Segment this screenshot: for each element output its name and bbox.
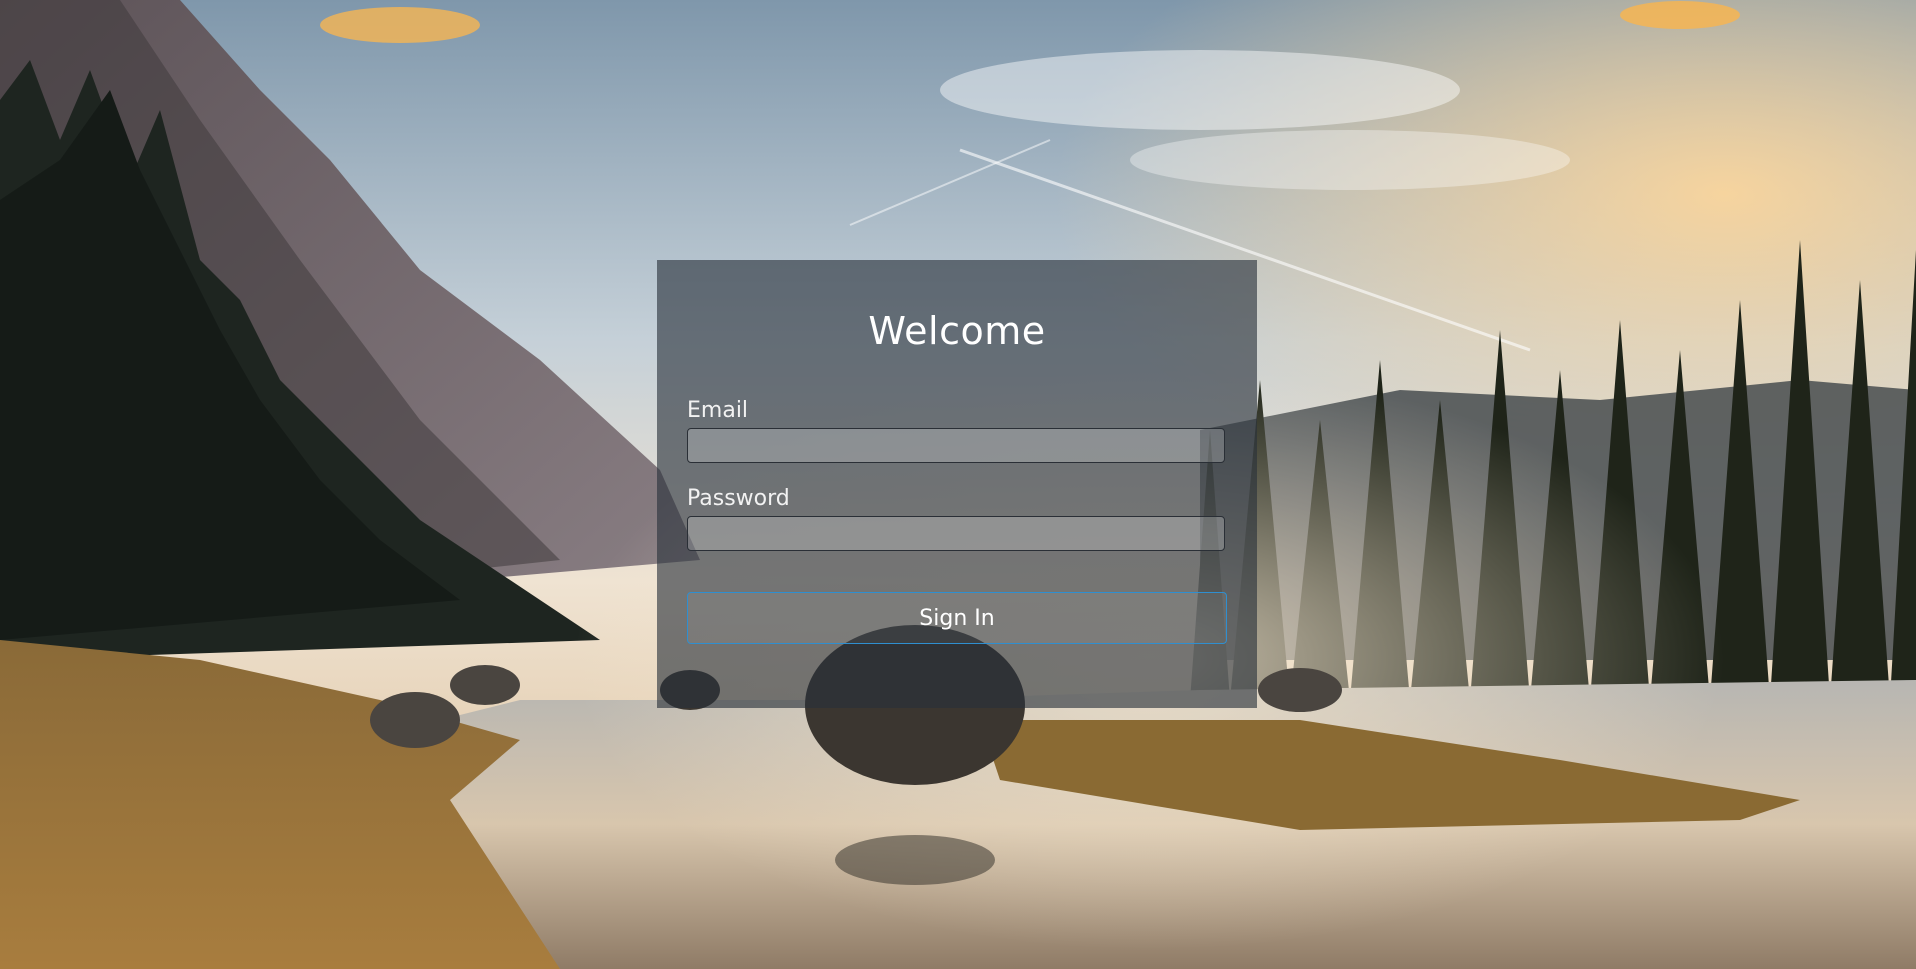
welcome-title: Welcome	[868, 309, 1046, 353]
email-input[interactable]	[687, 428, 1225, 463]
login-page: Welcome Email Password Sign In	[0, 0, 1916, 969]
sign-in-button[interactable]: Sign In	[687, 592, 1227, 644]
password-field-group: Password	[687, 488, 1227, 551]
login-card: Welcome Email Password Sign In	[657, 260, 1257, 708]
password-label: Password	[687, 486, 790, 511]
email-label: Email	[687, 398, 749, 423]
password-input[interactable]	[687, 516, 1225, 551]
email-field-group: Email	[687, 400, 1227, 463]
